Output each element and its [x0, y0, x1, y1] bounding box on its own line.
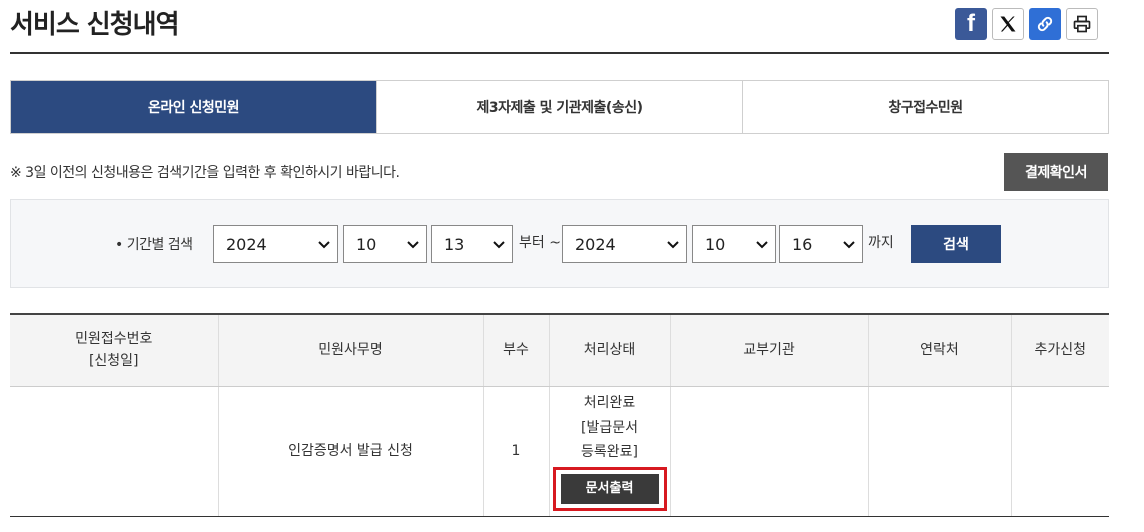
document-print-button[interactable]: 문서출력 [560, 473, 659, 504]
tab-online-application[interactable]: 온라인 신청민원 [11, 81, 376, 133]
from-day-value: 13 [444, 234, 465, 254]
search-notice: ※ 3일 이전의 신청내용은 검색기간을 입력한 후 확인하시기 바랍니다. [10, 165, 400, 181]
header-copies: 부수 [482, 313, 549, 387]
to-day-select[interactable]: 16 [779, 225, 863, 263]
to-suffix: 까지 [868, 235, 894, 251]
printer-icon [1073, 15, 1091, 33]
page-title: 서비스 신청내역 [10, 10, 179, 40]
chevron-down-icon [407, 241, 419, 249]
x-share-button[interactable] [992, 8, 1024, 40]
header-status: 처리상태 [548, 313, 670, 387]
facebook-share-button[interactable]: f [955, 8, 987, 40]
from-year-select[interactable]: 2024 [213, 225, 338, 263]
status-text: 처리완료 [583, 395, 636, 412]
header-issuing-agency: 교부기관 [669, 313, 868, 387]
cell-additional [1010, 386, 1109, 517]
cell-receipt-no [10, 386, 218, 517]
status-detail-line1: [발급문서 [581, 419, 638, 436]
search-button[interactable]: 검색 [911, 225, 1001, 263]
from-month-value: 10 [356, 234, 377, 254]
tab-counter-application[interactable]: 창구접수민원 [742, 81, 1108, 133]
tab-third-party-submission[interactable]: 제3자제출 및 기관제출(송신) [376, 81, 742, 133]
title-divider [10, 52, 1109, 54]
cell-issuing-agency [669, 386, 868, 517]
print-page-button[interactable] [1066, 8, 1098, 40]
from-year-value: 2024 [226, 234, 267, 254]
x-icon [1000, 16, 1016, 32]
chevron-down-icon [756, 241, 768, 249]
search-label: • 기간별 검색 [115, 237, 193, 253]
to-month-select[interactable]: 10 [692, 225, 776, 263]
table-row: 인감증명서 발급 신청 1 처리완료 [발급문서 등록완료] 문서출력 [10, 386, 1109, 517]
chevron-down-icon [493, 241, 505, 249]
cell-copies: 1 [482, 386, 549, 517]
copy-link-button[interactable] [1029, 8, 1061, 40]
to-year-select[interactable]: 2024 [562, 225, 687, 263]
status-detail-line2: 등록완료] [581, 444, 638, 461]
header-contact: 연락처 [867, 313, 1011, 387]
cell-service-name: 인감증명서 발급 신청 [217, 386, 483, 517]
header-receipt-no-label: 민원접수번호 [75, 330, 153, 347]
header-service-name: 민원사무명 [217, 313, 483, 387]
print-button-highlight: 문서출력 [552, 466, 667, 511]
from-day-select[interactable]: 13 [431, 225, 513, 263]
header-additional: 추가신청 [1010, 313, 1109, 387]
facebook-icon: f [967, 10, 975, 37]
payment-confirmation-button[interactable]: 결제확인서 [1004, 153, 1108, 191]
from-suffix: 부터 ~ [519, 235, 561, 251]
cell-contact [867, 386, 1011, 517]
chevron-down-icon [318, 241, 330, 249]
period-search-panel: • 기간별 검색 2024 10 13 부터 ~ 2024 10 16 까지 검… [10, 199, 1109, 288]
to-month-value: 10 [705, 234, 726, 254]
chevron-down-icon [667, 241, 679, 249]
header-receipt-date-label: [신청일] [88, 353, 139, 370]
to-year-value: 2024 [575, 234, 616, 254]
to-day-value: 16 [792, 234, 813, 254]
table-header-row: 민원접수번호 [신청일] 민원사무명 부수 처리상태 교부기관 연락처 추가신청 [10, 313, 1109, 387]
header-receipt-no: 민원접수번호 [신청일] [10, 313, 218, 387]
from-month-select[interactable]: 10 [343, 225, 427, 263]
link-icon [1037, 16, 1053, 32]
chevron-down-icon [843, 241, 855, 249]
application-history-table: 민원접수번호 [신청일] 민원사무명 부수 처리상태 교부기관 연락처 추가신청… [10, 313, 1109, 517]
service-tabs: 온라인 신청민원 제3자제출 및 기관제출(송신) 창구접수민원 [10, 80, 1109, 134]
cell-status: 처리완료 [발급문서 등록완료] 문서출력 [548, 386, 670, 517]
